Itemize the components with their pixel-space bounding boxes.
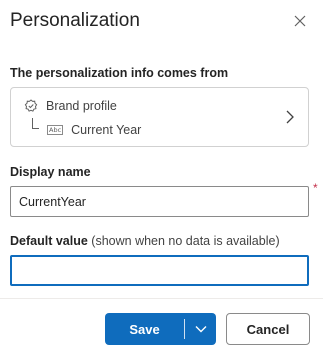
- source-child: Abc Current Year: [47, 122, 141, 138]
- save-options-button[interactable]: [185, 313, 216, 345]
- panel-header: Personalization: [10, 8, 313, 36]
- save-button[interactable]: Save: [105, 313, 184, 345]
- required-indicator: *: [313, 181, 318, 195]
- display-name-input[interactable]: [10, 186, 309, 217]
- close-button[interactable]: [289, 10, 311, 32]
- source-parent-label: Brand profile: [46, 99, 117, 113]
- footer-divider: [0, 298, 323, 299]
- default-value-label-text: Default value: [10, 234, 88, 248]
- chevron-right-icon: [286, 110, 294, 124]
- source-child-label: Current Year: [71, 123, 142, 137]
- save-separator: [184, 319, 185, 339]
- display-name-label: Display name: [10, 165, 91, 179]
- source-selector[interactable]: Brand profile Abc Current Year: [10, 87, 309, 147]
- cancel-button[interactable]: Cancel: [226, 313, 310, 345]
- source-parent: Brand profile: [24, 98, 117, 114]
- tree-connector: [32, 118, 39, 129]
- default-value-label: Default value (shown when no data is ava…: [10, 233, 280, 249]
- personalization-panel: Personalization The personalization info…: [0, 0, 323, 356]
- default-value-hint: (shown when no data is available): [91, 234, 280, 248]
- save-split-button: Save: [105, 313, 216, 345]
- panel-title: Personalization: [10, 10, 140, 31]
- text-field-icon: Abc: [47, 125, 64, 135]
- close-icon: [294, 15, 306, 27]
- source-section-label: The personalization info comes from: [10, 66, 229, 80]
- chevron-down-icon: [195, 326, 206, 333]
- brand-profile-icon: [24, 99, 38, 112]
- default-value-input[interactable]: [10, 255, 309, 286]
